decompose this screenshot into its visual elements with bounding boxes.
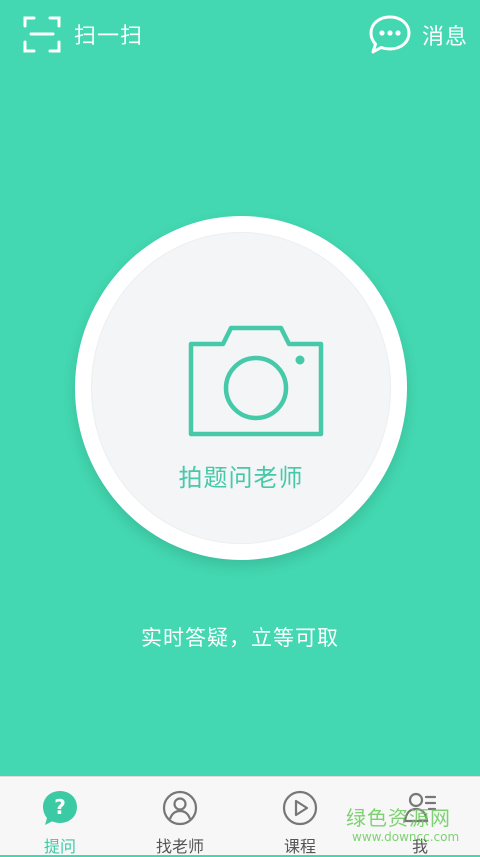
photo-question-button[interactable]: 拍题问老师 bbox=[75, 216, 407, 560]
teacher-avatar-icon bbox=[162, 790, 198, 826]
tab-ask[interactable]: ? 提问 bbox=[0, 777, 120, 856]
tab-me-label: 我 bbox=[411, 837, 428, 856]
tagline: 实时答疑，立等可取 bbox=[141, 626, 339, 650]
camera-icon bbox=[188, 325, 324, 437]
bottom-tab-bar: ? 提问 找老师 课程 我 bbox=[0, 776, 480, 856]
profile-list-icon bbox=[403, 792, 437, 823]
message-bubble-icon bbox=[369, 15, 411, 54]
tab-courses-label: 课程 bbox=[283, 837, 316, 856]
ask-teacher-label: 拍题问老师 bbox=[178, 464, 304, 492]
tab-find-teacher[interactable]: 找老师 bbox=[120, 777, 240, 856]
scan-label: 扫一扫 bbox=[74, 24, 144, 49]
tab-courses[interactable]: 课程 bbox=[240, 777, 360, 856]
tab-ask-label: 提问 bbox=[43, 837, 76, 856]
scan-button[interactable]: 扫一扫 bbox=[22, 14, 143, 54]
photo-question-inner: 拍题问老师 bbox=[91, 232, 391, 544]
play-icon bbox=[282, 790, 318, 826]
top-bar: 扫一扫 消息 bbox=[0, 0, 480, 72]
question-bubble-icon: ? bbox=[43, 791, 77, 825]
tab-find-teacher-label: 找老师 bbox=[155, 837, 204, 856]
scan-icon bbox=[23, 16, 61, 53]
messages-label: 消息 bbox=[421, 25, 468, 50]
tab-me[interactable]: 我 bbox=[360, 777, 480, 856]
messages-button[interactable]: 消息 bbox=[368, 14, 468, 56]
svg-text:?: ? bbox=[54, 795, 66, 819]
